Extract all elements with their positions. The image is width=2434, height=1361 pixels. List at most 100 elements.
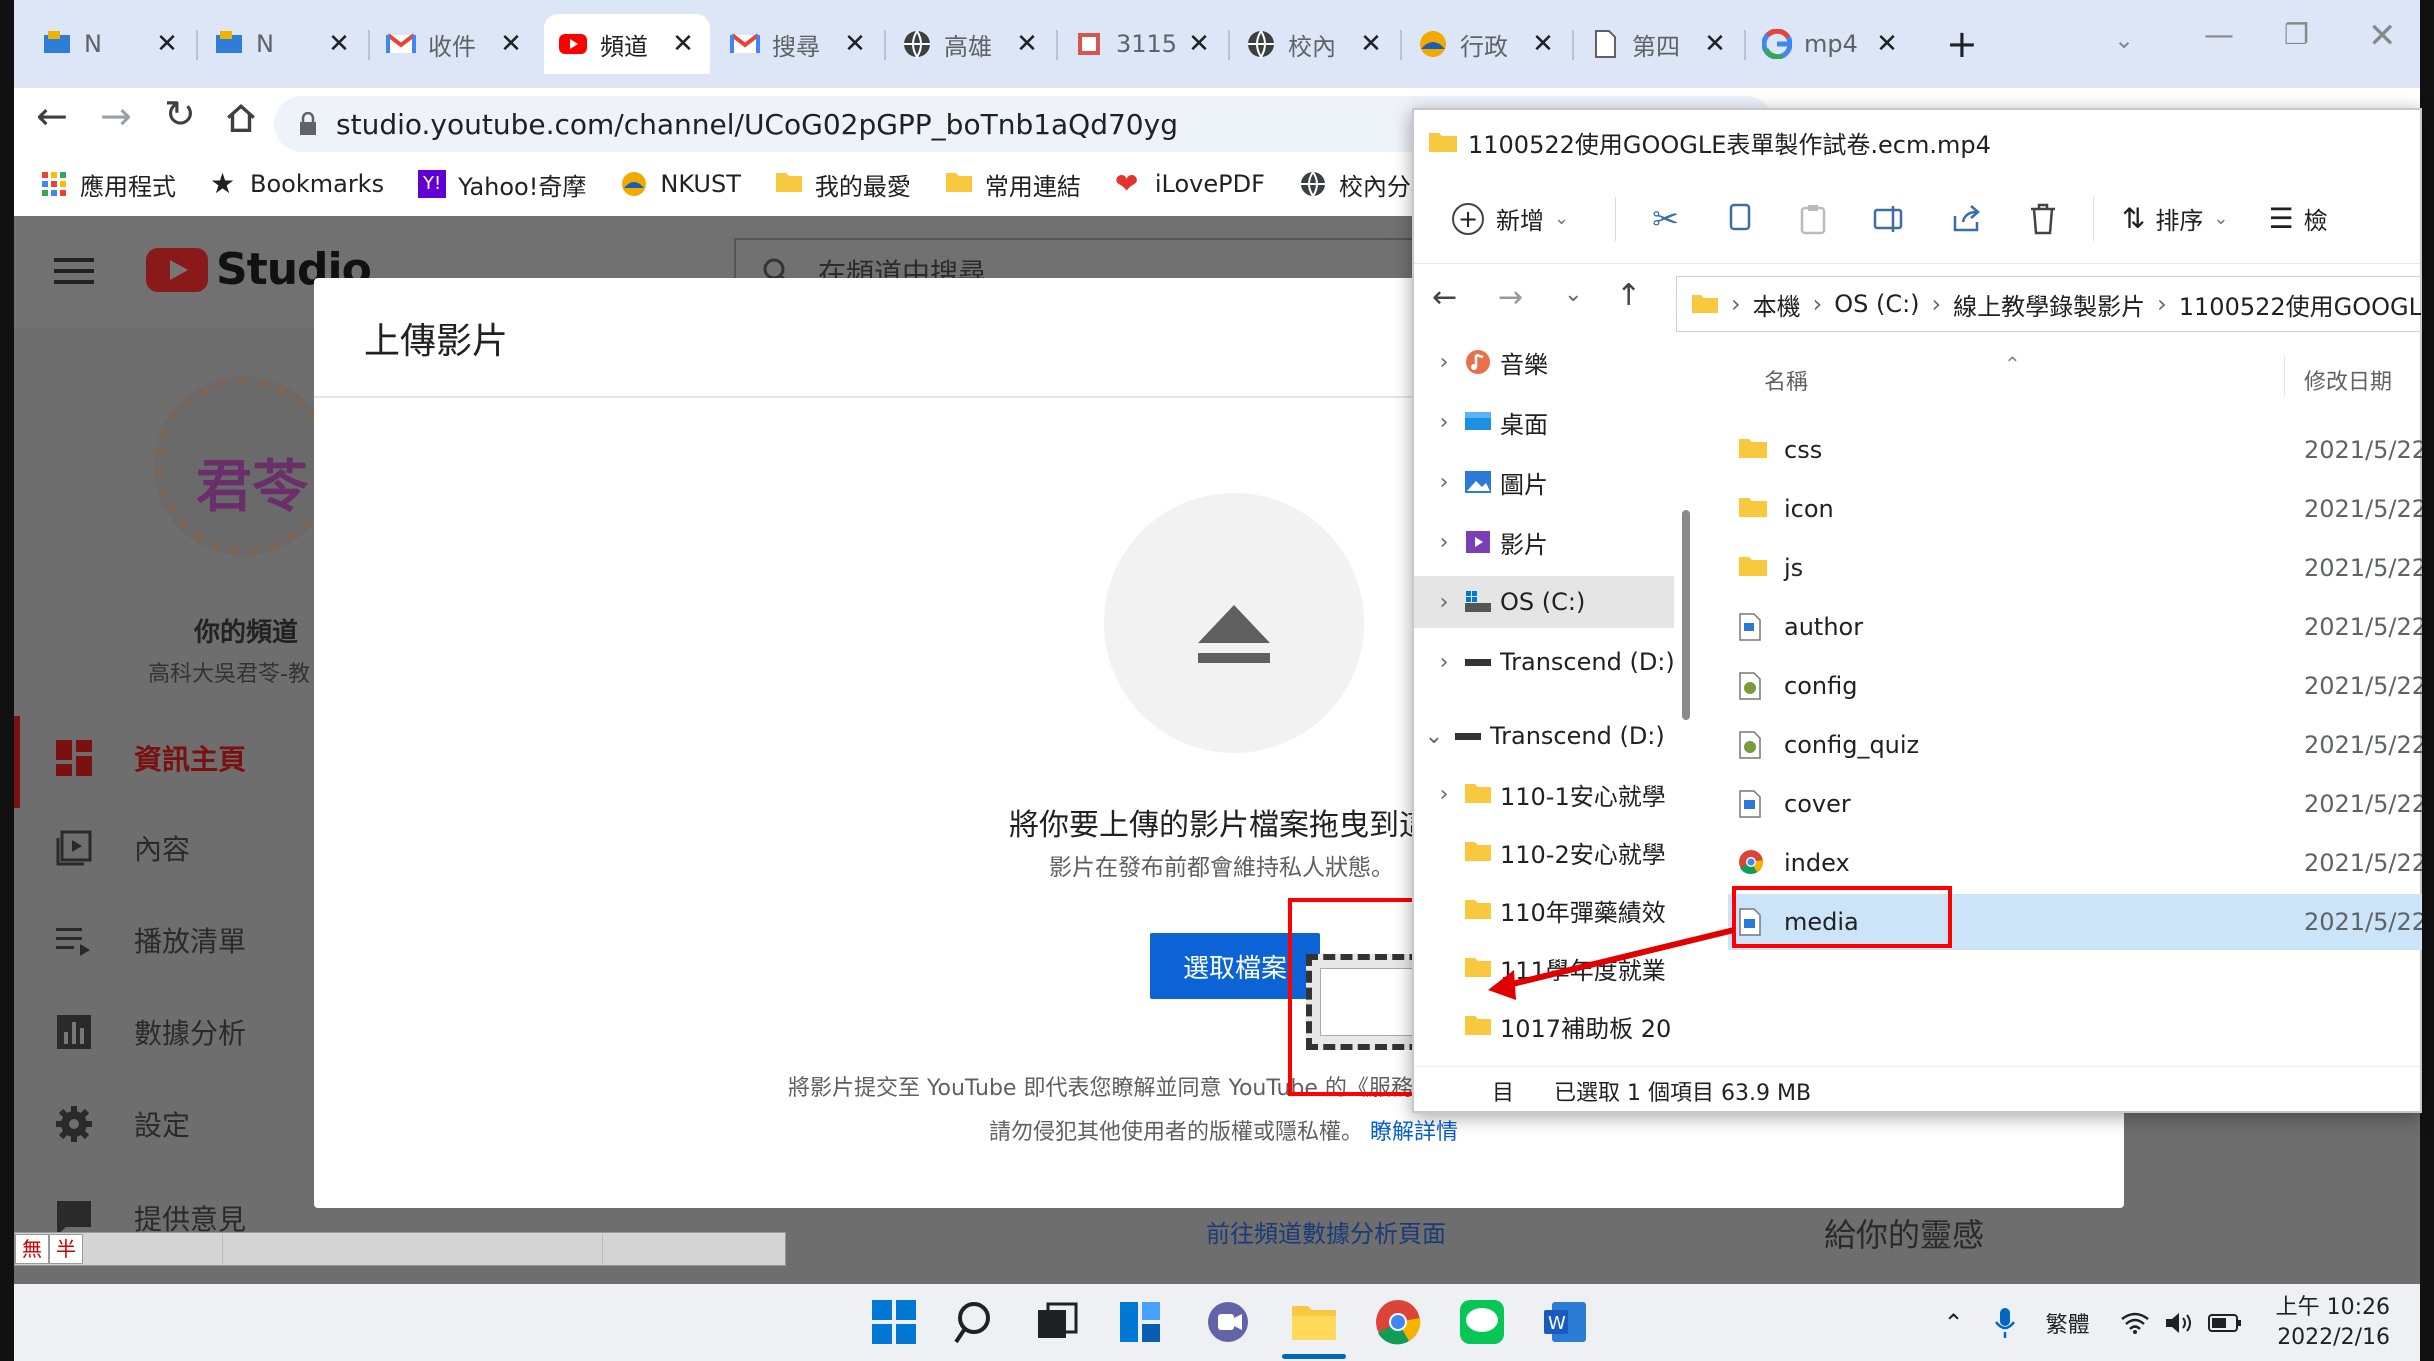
ime-mode-button[interactable]: 無 bbox=[15, 1234, 49, 1264]
chevron-right-icon[interactable]: › bbox=[1424, 410, 1464, 435]
nav-tree-item[interactable]: › 桌面 bbox=[1414, 396, 1674, 448]
rename-icon[interactable] bbox=[1873, 204, 1905, 234]
input-language[interactable]: 繁體 bbox=[2046, 1307, 2090, 1339]
file-row-js[interactable]: js 2021/5/22 bbox=[1728, 540, 2422, 596]
breadcrumb-os-c[interactable]: OS (C:) bbox=[1834, 290, 1919, 318]
file-row-author[interactable]: author 2021/5/22 bbox=[1728, 599, 2422, 655]
close-tab-icon[interactable]: ✕ bbox=[1874, 29, 1900, 59]
close-tab-icon[interactable]: ✕ bbox=[1358, 29, 1384, 59]
back-button[interactable]: ← bbox=[1432, 280, 1457, 315]
tab-admin[interactable]: 行政 ✕ bbox=[1404, 14, 1570, 74]
recent-locations-icon[interactable]: ⌄ bbox=[1564, 282, 1582, 307]
chevron-up-icon[interactable]: ⌃ bbox=[1943, 1309, 1963, 1337]
clock[interactable]: 上午 10:26 2022/2/16 bbox=[2276, 1293, 2390, 1353]
widgets-icon[interactable] bbox=[1116, 1298, 1164, 1346]
file-row-config-quiz[interactable]: config_quiz 2021/5/22 bbox=[1728, 717, 2422, 773]
volume-icon[interactable] bbox=[2164, 1311, 2194, 1335]
close-tab-icon[interactable]: ✕ bbox=[154, 29, 180, 59]
chevron-down-icon[interactable]: ⌄ bbox=[1414, 724, 1454, 749]
restore-button[interactable]: ❐ bbox=[2284, 18, 2309, 51]
tab-news-2[interactable]: N ✕ bbox=[200, 14, 366, 74]
nav-settings[interactable]: 設定 bbox=[54, 1104, 190, 1144]
nav-content[interactable]: 內容 bbox=[54, 828, 190, 868]
teams-chat-icon[interactable] bbox=[1204, 1298, 1252, 1346]
learn-more-link[interactable]: 瞭解詳情 bbox=[1370, 1120, 1458, 1145]
tab-mp4-search[interactable]: mp4 ✕ bbox=[1748, 14, 1914, 74]
nav-tree-item[interactable]: ⌄ Transcend (D:) bbox=[1414, 710, 1674, 762]
nav-tree-item[interactable]: › OS (C:) bbox=[1414, 576, 1674, 628]
chevron-right-icon[interactable]: › bbox=[1424, 590, 1464, 615]
file-explorer-taskbar-icon[interactable] bbox=[1290, 1298, 1338, 1346]
windows-start-icon[interactable] bbox=[870, 1298, 918, 1346]
file-row-index[interactable]: index 2021/5/22 bbox=[1728, 835, 2422, 891]
close-window-button[interactable]: ✕ bbox=[2368, 16, 2397, 56]
share-icon[interactable] bbox=[1951, 204, 1983, 234]
chevron-right-icon[interactable]: › bbox=[1424, 350, 1464, 375]
chevron-right-icon[interactable]: › bbox=[1424, 650, 1464, 675]
nav-tree-item[interactable]: › 音樂 bbox=[1414, 346, 1674, 388]
view-button[interactable]: ☰ 檢 bbox=[2268, 201, 2327, 236]
cut-icon[interactable]: ✂ bbox=[1652, 200, 1679, 238]
nav-scrollbar[interactable] bbox=[1682, 510, 1690, 720]
tab-gmail-inbox[interactable]: 收件 ✕ bbox=[372, 14, 538, 74]
bookmark-nkust[interactable]: NKUST bbox=[620, 170, 741, 198]
tab-kaohsiung[interactable]: 高雄 ✕ bbox=[888, 14, 1054, 74]
close-tab-icon[interactable]: ✕ bbox=[842, 29, 868, 59]
close-tab-icon[interactable]: ✕ bbox=[326, 29, 352, 59]
line-app-icon[interactable] bbox=[1458, 1298, 1506, 1346]
bookmark-apps[interactable]: 應用程式 bbox=[40, 167, 176, 202]
forward-button[interactable]: → bbox=[1498, 280, 1523, 315]
tab-news-1[interactable]: N ✕ bbox=[28, 14, 194, 74]
up-button[interactable]: ↑ bbox=[1616, 278, 1641, 313]
new-button[interactable]: + 新增 ⌄ bbox=[1452, 201, 1569, 236]
nav-tree-item[interactable]: 110-2安心就學 bbox=[1414, 826, 1674, 878]
close-tab-icon[interactable]: ✕ bbox=[498, 29, 524, 59]
task-view-icon[interactable] bbox=[1034, 1298, 1082, 1346]
close-tab-icon[interactable]: ✕ bbox=[1530, 29, 1556, 59]
sort-button[interactable]: ⇅ 排序 ⌄ bbox=[2122, 201, 2229, 236]
ime-width-button[interactable]: 半 bbox=[49, 1234, 83, 1264]
chrome-icon[interactable] bbox=[1374, 1298, 1422, 1346]
bookmark-bookmarks[interactable]: ★ Bookmarks bbox=[210, 170, 384, 199]
nav-tree-item[interactable]: › 圖片 bbox=[1414, 456, 1674, 508]
close-tab-icon[interactable]: ✕ bbox=[1702, 29, 1728, 59]
breadcrumb-recordings[interactable]: 線上教學錄製影片 bbox=[1953, 287, 2145, 322]
close-tab-icon[interactable]: ✕ bbox=[1014, 29, 1040, 59]
search-icon[interactable] bbox=[952, 1298, 1000, 1346]
battery-icon[interactable] bbox=[2207, 1313, 2242, 1333]
file-row-config[interactable]: config 2021/5/22 bbox=[1728, 658, 2422, 714]
bookmark-yahoo[interactable]: Y! Yahoo!奇摩 bbox=[418, 167, 586, 202]
chevron-right-icon[interactable]: › bbox=[1424, 530, 1464, 555]
tab-gmail-search[interactable]: 搜尋 ✕ bbox=[716, 14, 882, 74]
nav-playlists[interactable]: 播放清單 bbox=[54, 920, 246, 960]
new-tab-button[interactable]: + bbox=[1946, 22, 1978, 66]
close-tab-icon[interactable]: ✕ bbox=[670, 29, 696, 59]
delete-icon[interactable] bbox=[2029, 203, 2057, 235]
column-header-date[interactable]: 修改日期 bbox=[2304, 364, 2392, 396]
forward-button[interactable]: → bbox=[100, 94, 132, 138]
tab-youtube-channel[interactable]: 頻道 ✕ bbox=[544, 14, 710, 74]
tab-3115[interactable]: 3115 ✕ bbox=[1060, 14, 1226, 74]
file-row-icon[interactable]: icon 2021/5/22 bbox=[1728, 481, 2422, 537]
nav-dashboard[interactable]: 資訊主頁 bbox=[54, 738, 246, 778]
file-row-css[interactable]: css 2021/5/22 bbox=[1728, 422, 2422, 478]
bookmark-ilovepdf[interactable]: ❤ iLovePDF bbox=[1115, 170, 1265, 199]
nav-tree-item[interactable]: › Transcend (D:) bbox=[1414, 636, 1675, 688]
nav-tree-item[interactable]: › 影片 bbox=[1414, 516, 1674, 568]
home-icon[interactable] bbox=[224, 102, 258, 136]
upload-drop-zone[interactable] bbox=[1104, 493, 1364, 753]
explorer-path-bar[interactable]: ›本機 ›OS (C:) ›線上教學錄製影片 ›1100522使用GOOGLE表 bbox=[1676, 276, 2422, 332]
close-tab-icon[interactable]: ✕ bbox=[1186, 29, 1212, 59]
bookmark-favorites[interactable]: 我的最愛 bbox=[775, 167, 911, 202]
paste-icon[interactable] bbox=[1799, 203, 1827, 235]
column-header-name[interactable]: 名稱 bbox=[1764, 364, 1808, 396]
minimize-button[interactable]: — bbox=[2204, 18, 2234, 53]
chevron-right-icon[interactable]: › bbox=[1424, 782, 1464, 807]
hamburger-menu-icon[interactable] bbox=[54, 256, 94, 286]
nav-analytics[interactable]: 數據分析 bbox=[54, 1012, 246, 1052]
tab-search-icon[interactable]: ⌄ bbox=[2114, 26, 2134, 54]
tab-fourth[interactable]: 第四 ✕ bbox=[1576, 14, 1742, 74]
tab-campus[interactable]: 校內 ✕ bbox=[1232, 14, 1398, 74]
wifi-icon[interactable] bbox=[2120, 1311, 2150, 1335]
chevron-right-icon[interactable]: › bbox=[1424, 470, 1464, 495]
